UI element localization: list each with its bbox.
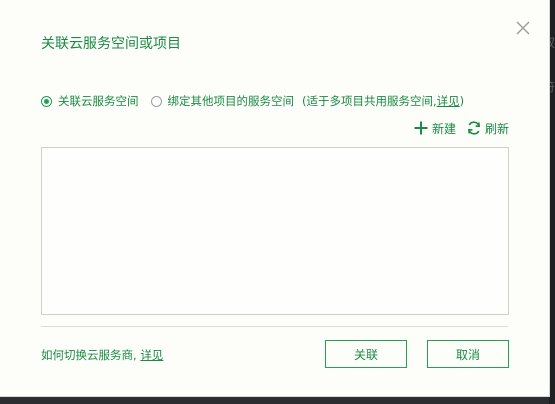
link-button[interactable]: 关联 bbox=[325, 340, 407, 368]
option-bind-project-label: 绑定其他项目的服务空间 bbox=[167, 94, 295, 108]
radio-link-space[interactable] bbox=[41, 95, 52, 107]
bind-details-link[interactable]: 详见 bbox=[437, 93, 460, 109]
bind-note-suffix: ) bbox=[459, 94, 465, 108]
close-icon bbox=[516, 21, 530, 35]
background-app-edge bbox=[549, 0, 555, 404]
new-button-label: 新建 bbox=[431, 121, 456, 136]
refresh-button[interactable]: 刷新 bbox=[466, 120, 509, 137]
option-bind-project[interactable]: 绑定其他项目的服务空间 (适于多项目共用服务空间, 详见 ) bbox=[150, 93, 465, 109]
footer-divider bbox=[41, 326, 508, 327]
close-button[interactable] bbox=[514, 19, 532, 37]
option-link-space[interactable]: 关联云服务空间 bbox=[41, 93, 139, 109]
switch-provider-text: 如何切换云服务商, bbox=[41, 348, 137, 362]
cancel-button[interactable]: 取消 bbox=[427, 340, 509, 368]
switch-provider-note: 如何切换云服务商, 详见 bbox=[41, 347, 163, 363]
refresh-button-label: 刷新 bbox=[484, 121, 509, 136]
dialog-title: 关联云服务空间或项目 bbox=[41, 36, 181, 52]
bind-note-prefix: (适于多项目共用服务空间, bbox=[302, 94, 437, 108]
refresh-icon bbox=[468, 121, 480, 135]
service-space-list[interactable] bbox=[41, 147, 509, 315]
list-toolbar: 新建 刷新 bbox=[413, 118, 509, 138]
option-link-space-label: 关联云服务空间 bbox=[58, 94, 139, 108]
plus-icon bbox=[414, 121, 428, 135]
radio-bind-project[interactable] bbox=[150, 95, 162, 107]
switch-provider-link[interactable]: 详见 bbox=[140, 348, 163, 362]
new-button[interactable]: 新建 bbox=[413, 120, 456, 137]
link-service-space-dialog: 关联云服务空间或项目 关联云服务空间 绑定其他项目的服务空间 (适于多项目共用服… bbox=[0, 0, 549, 396]
space-type-options: 关联云服务空间 绑定其他项目的服务空间 (适于多项目共用服务空间, 详见 ) bbox=[41, 92, 464, 110]
